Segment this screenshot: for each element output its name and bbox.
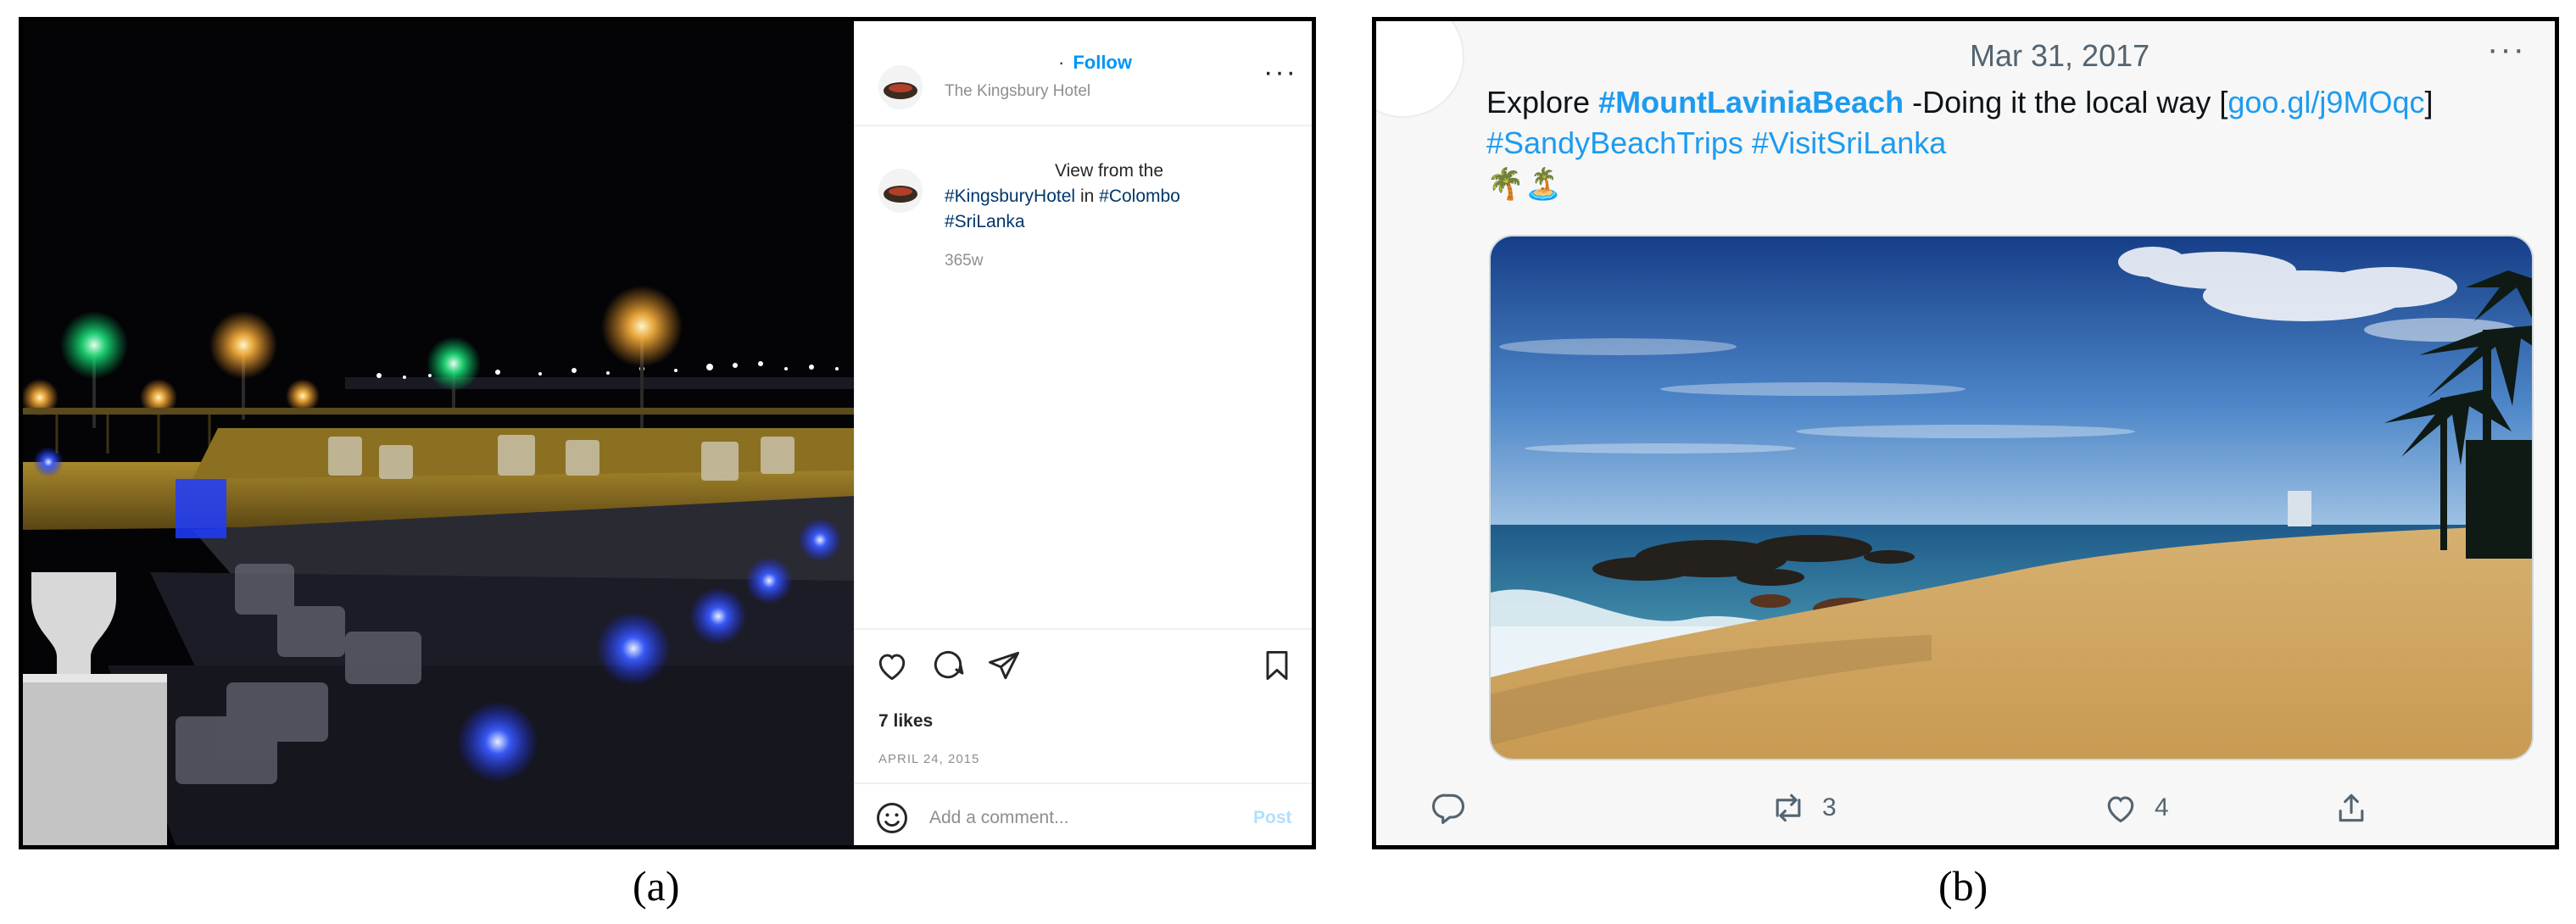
heart-icon[interactable]	[873, 647, 911, 684]
bookmark-icon[interactable]	[1258, 647, 1296, 684]
more-horizontal-icon[interactable]: ···	[2487, 32, 2526, 66]
tweet-text: Explore #MountLaviniaBeach -Doing it the…	[1486, 82, 2538, 204]
post-date: APRIL 24, 2015	[878, 752, 980, 766]
heart-icon	[2107, 796, 2134, 823]
subfigure-label-a: (a)	[633, 862, 680, 910]
profile-avatar[interactable]	[878, 65, 923, 109]
caption-text: View from the	[1055, 161, 1163, 181]
hashtag-sandybeachtrips[interactable]: #SandyBeachTrips	[1486, 125, 1743, 160]
tweet-photo[interactable]	[1489, 235, 2534, 760]
tweet-date[interactable]: Mar 31, 2017	[1970, 38, 2149, 74]
more-horizontal-icon[interactable]: ···	[1263, 58, 1297, 86]
follow-button[interactable]: Follow	[1073, 52, 1132, 73]
actions-divider	[855, 628, 1312, 630]
profile-avatar[interactable]	[1376, 21, 1464, 118]
post-photo[interactable]	[23, 21, 854, 845]
hashtag-srilanka[interactable]: #SriLanka	[945, 212, 1025, 231]
hashtag-colombo[interactable]: #Colombo	[1099, 186, 1180, 206]
tweet-word: -Doing it the local way [	[1912, 85, 2228, 120]
caption-word: in	[1079, 186, 1095, 206]
retweet-icon	[1776, 793, 1801, 822]
share-button[interactable]	[2333, 789, 2370, 827]
tweet-word: Explore	[1486, 85, 1591, 120]
instagram-post-panel: · Follow The Kingsbury Hotel ··· View fro…	[19, 17, 1316, 849]
hashtag-mountlaviniabeach[interactable]: #MountLaviniaBeach	[1598, 85, 1904, 120]
paper-plane-icon[interactable]	[985, 647, 1023, 684]
retweet-count: 3	[1822, 793, 1837, 821]
smiley-icon[interactable]	[873, 799, 911, 837]
location-link[interactable]: The Kingsbury Hotel	[945, 82, 1090, 101]
like-button[interactable]: 4	[2102, 789, 2169, 827]
tweet-word: ]	[2424, 85, 2434, 120]
hashtag-kingsburyhotel[interactable]: #KingsburyHotel	[945, 186, 1075, 206]
post-caption: View from the #KingsburyHotel in #Colomb…	[945, 159, 1284, 235]
comment-input[interactable]: Add a comment...	[929, 808, 1069, 828]
post-sidebar: · Follow The Kingsbury Hotel ··· View fro…	[854, 21, 1312, 845]
emoji-palm-island: 🌴🏝️	[1486, 166, 1563, 201]
comment-icon[interactable]	[929, 647, 967, 684]
subfigure-label-b: (b)	[1938, 862, 1988, 910]
caption-avatar[interactable]	[878, 169, 923, 213]
post-button[interactable]: Post	[1253, 808, 1292, 828]
post-header: · Follow The Kingsbury Hotel ···	[855, 21, 1312, 126]
tweet-panel: Mar 31, 2017 ··· Explore #MountLaviniaBe…	[1372, 17, 2559, 849]
caption-age: 365w	[945, 252, 984, 270]
reply-icon	[1432, 793, 1465, 824]
comment-divider	[855, 782, 1312, 784]
tweet-link[interactable]: goo.gl/j9MOqc	[2228, 85, 2424, 120]
reply-button[interactable]	[1430, 789, 1468, 827]
hashtag-visitsrilanka[interactable]: #VisitSriLanka	[1752, 125, 1946, 160]
retweet-button[interactable]: 3	[1770, 789, 1837, 827]
like-count: 4	[2155, 793, 2169, 821]
separator-dot: ·	[1058, 52, 1065, 73]
follow-row: · Follow	[1058, 52, 1132, 74]
like-count[interactable]: 7 likes	[878, 711, 933, 732]
share-icon	[2339, 793, 2364, 822]
